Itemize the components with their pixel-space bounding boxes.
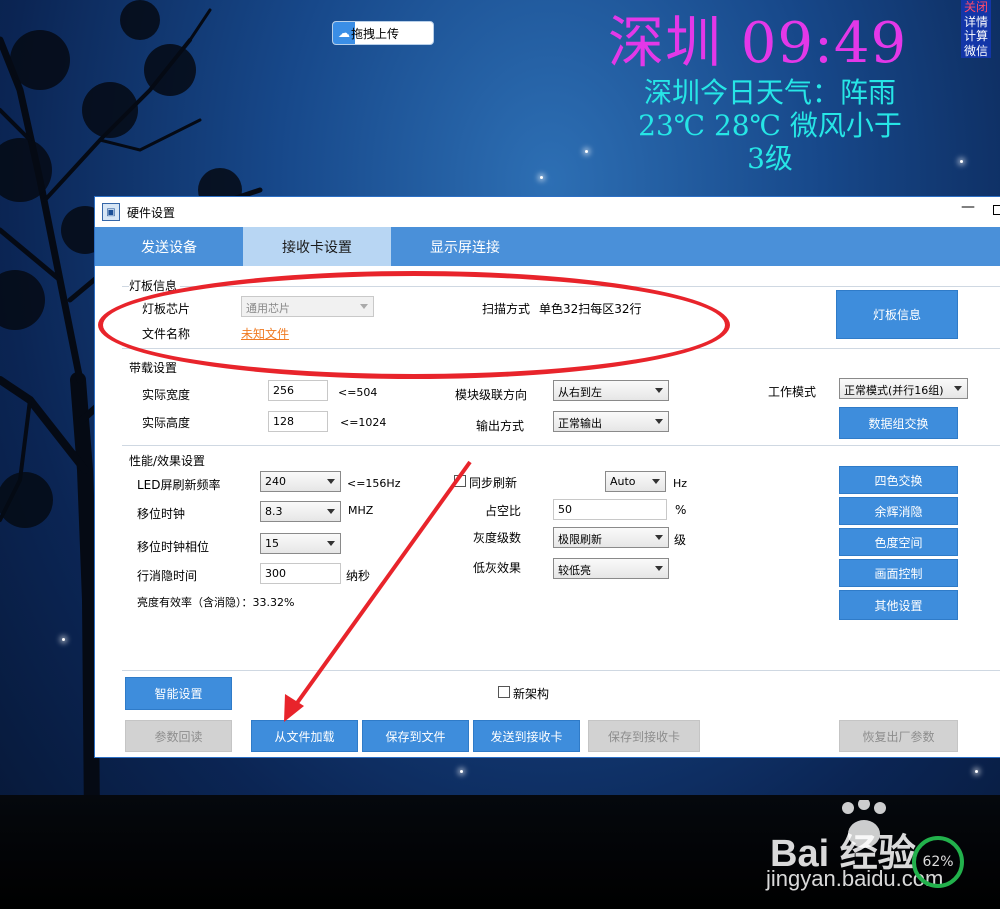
arrow-shaft: [290, 460, 472, 712]
annotation-arrow: [284, 460, 472, 722]
network-ring-widget: 62%: [912, 836, 964, 888]
